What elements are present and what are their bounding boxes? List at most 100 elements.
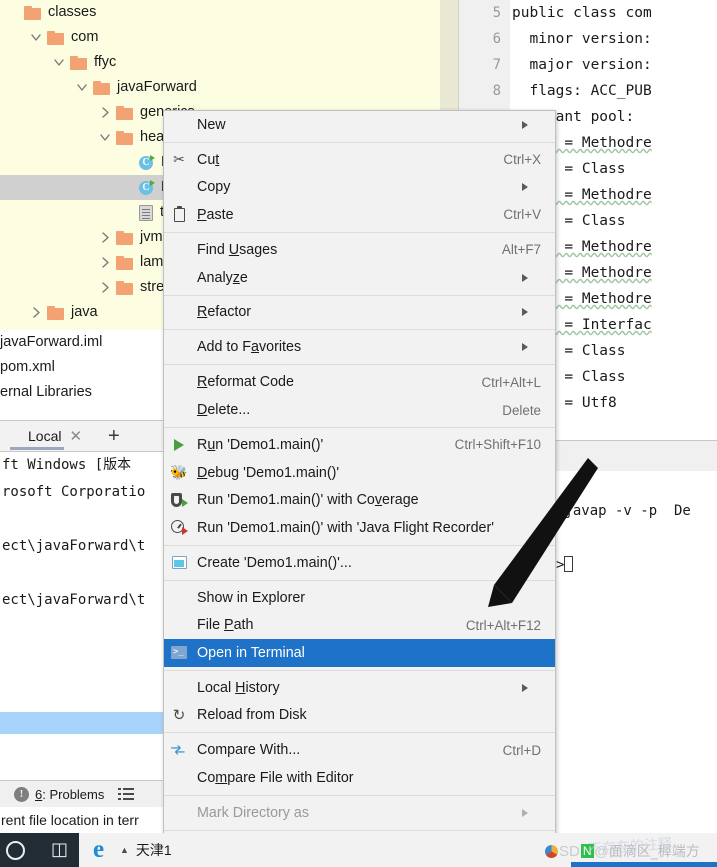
menu-item-icon: [164, 514, 194, 542]
terminal-output-right[interactable]: >javap -v -p De >: [556, 471, 717, 833]
menu-item-mark-directory-as[interactable]: Mark Directory as: [164, 799, 555, 827]
menu-item-run-demo1-main-with-coverage[interactable]: Run 'Demo1.main()' with Coverage: [164, 486, 555, 514]
folder-icon: [116, 280, 133, 295]
menu-item-label: File Path: [197, 617, 254, 634]
chevron-right-icon: [522, 683, 543, 692]
chevron-right-icon[interactable]: [98, 105, 113, 120]
menu-item-open-in-terminal[interactable]: Open in Terminal: [164, 639, 555, 667]
code-line: major version:: [512, 57, 652, 73]
play-icon: [174, 438, 184, 451]
tree-item-com[interactable]: com: [0, 25, 440, 50]
terminal-prompt-right: >: [556, 552, 717, 579]
tree-item-ffyc[interactable]: ffyc: [0, 50, 440, 75]
menu-item-label: Mark Directory as: [197, 804, 310, 821]
menu-item-paste[interactable]: Paste Ctrl+V: [164, 201, 555, 229]
cortana-icon[interactable]: [6, 840, 25, 860]
menu-item-reformat-code[interactable]: Reformat Code Ctrl+Alt+L: [164, 369, 555, 397]
menu-item-label: Open in Terminal: [197, 644, 305, 661]
menu-separator: [164, 669, 555, 671]
chevron-down-icon[interactable]: [75, 80, 90, 95]
menu-item-debug-demo1-main[interactable]: 🐝 Debug 'Demo1.main()': [164, 459, 555, 487]
task-view-icon[interactable]: ◫: [51, 841, 68, 859]
menu-item-run-demo1-main[interactable]: Run 'Demo1.main()' Ctrl+Shift+F10: [164, 431, 555, 459]
line-number: 8: [492, 83, 501, 99]
reload-icon: ↻: [172, 706, 186, 725]
chevron-down-icon[interactable]: [98, 130, 113, 145]
menu-item-icon: [164, 174, 194, 202]
menu-item-shortcut: Ctrl+Shift+F10: [454, 437, 541, 453]
terminal-right-gap: [556, 712, 717, 734]
menu-item-file-path[interactable]: File Path Ctrl+Alt+F12: [164, 612, 555, 640]
menu-item-label: Cut: [197, 151, 220, 168]
compare-icon: [171, 744, 188, 757]
terminal-tab-local[interactable]: Local ✕: [0, 420, 90, 452]
chevron-right-icon[interactable]: [98, 255, 113, 270]
chevron-right-icon[interactable]: [29, 305, 44, 320]
chevron-down-icon[interactable]: [52, 55, 67, 70]
tree-item-label: pom.xml: [0, 359, 55, 376]
plus-icon[interactable]: +: [108, 426, 120, 446]
java-class-icon: C: [139, 179, 155, 196]
problems-indicator[interactable]: ! 6: Problems: [14, 786, 104, 802]
chevron-down-icon[interactable]: [29, 30, 44, 45]
menu-item-icon: [164, 334, 194, 362]
caret-up-icon[interactable]: ▲: [120, 845, 129, 855]
menu-item-run-demo1-main-with-java-flight-recorder[interactable]: Run 'Demo1.main()' with 'Java Flight Rec…: [164, 514, 555, 542]
menu-item-label: Run 'Demo1.main()' with Coverage: [197, 492, 419, 509]
menu-item-compare-with[interactable]: Compare With... Ctrl+D: [164, 737, 555, 765]
chevron-right-icon[interactable]: [98, 280, 113, 295]
tree-item-javaforward[interactable]: javaForward: [0, 75, 440, 100]
menu-item-icon: ✂: [164, 146, 194, 174]
scissors-icon: ✂: [173, 151, 185, 168]
tree-item-label: ffyc: [94, 54, 117, 71]
tree-item-label: javaForward.iml: [0, 334, 103, 351]
menu-item-compare-file-with-editor[interactable]: Compare File with Editor: [164, 764, 555, 792]
menu-item-copy[interactable]: Copy: [164, 174, 555, 202]
menu-item-create-demo1-main[interactable]: Create 'Demo1.main()'...: [164, 549, 555, 577]
menu-item-cut[interactable]: ✂ Cut Ctrl+X: [164, 146, 555, 174]
menu-item-icon: [164, 299, 194, 327]
terminal-line-right: >javap -v -p De: [556, 503, 691, 519]
tree-item-classes[interactable]: classes: [0, 0, 440, 25]
chevron-right-icon[interactable]: [98, 230, 113, 245]
tree-item-label: java: [71, 304, 98, 321]
code-line: minor version:: [512, 31, 652, 47]
menu-item-add-to-favorites[interactable]: Add to Favorites: [164, 334, 555, 362]
menu-item-label: Add to Favorites: [197, 339, 302, 356]
menu-item-show-in-explorer[interactable]: Show in Explorer: [164, 584, 555, 612]
menu-item-refactor[interactable]: Refactor: [164, 299, 555, 327]
line-number: 6: [492, 31, 501, 47]
context-menu[interactable]: New ✂ Cut Ctrl+X Copy Paste Ctrl+V Find Usages A…: [163, 110, 556, 867]
menu-item-delete[interactable]: Delete... Delete: [164, 396, 555, 424]
menu-separator: [164, 329, 555, 331]
menu-item-new[interactable]: New: [164, 111, 555, 139]
terminal-indicator[interactable]: [118, 788, 140, 800]
internet-explorer-icon[interactable]: e: [93, 837, 117, 862]
chevron-right-icon: [522, 183, 543, 192]
menu-item-local-history[interactable]: Local History: [164, 674, 555, 702]
problems-count: 6: [35, 786, 43, 802]
folder-icon: [70, 55, 87, 70]
close-icon[interactable]: ✕: [69, 429, 82, 444]
terminal-icon: [171, 645, 187, 660]
menu-item-shortcut: Ctrl+Alt+L: [481, 374, 541, 390]
folder-icon: [116, 230, 133, 245]
menu-item-icon: ↻: [164, 702, 194, 730]
menu-item-find-usages[interactable]: Find Usages Alt+F7: [164, 236, 555, 264]
menu-item-icon: [164, 612, 194, 640]
menu-item-label: Run 'Demo1.main()': [197, 436, 324, 453]
menu-separator: [164, 544, 555, 546]
tree-item-label: javaForward: [117, 79, 197, 96]
menu-item-analyze[interactable]: Analyze: [164, 264, 555, 292]
folder-icon: [116, 105, 133, 120]
menu-item-label: Find Usages: [197, 241, 278, 258]
code-line: public class com: [512, 5, 652, 21]
chevron-right-icon: [522, 308, 543, 317]
menu-item-reload-from-disk[interactable]: ↻ Reload from Disk: [164, 702, 555, 730]
menu-item-icon: [164, 764, 194, 792]
folder-icon: [116, 130, 133, 145]
run-configuration-icon: [171, 556, 187, 570]
folder-icon: [24, 5, 41, 20]
